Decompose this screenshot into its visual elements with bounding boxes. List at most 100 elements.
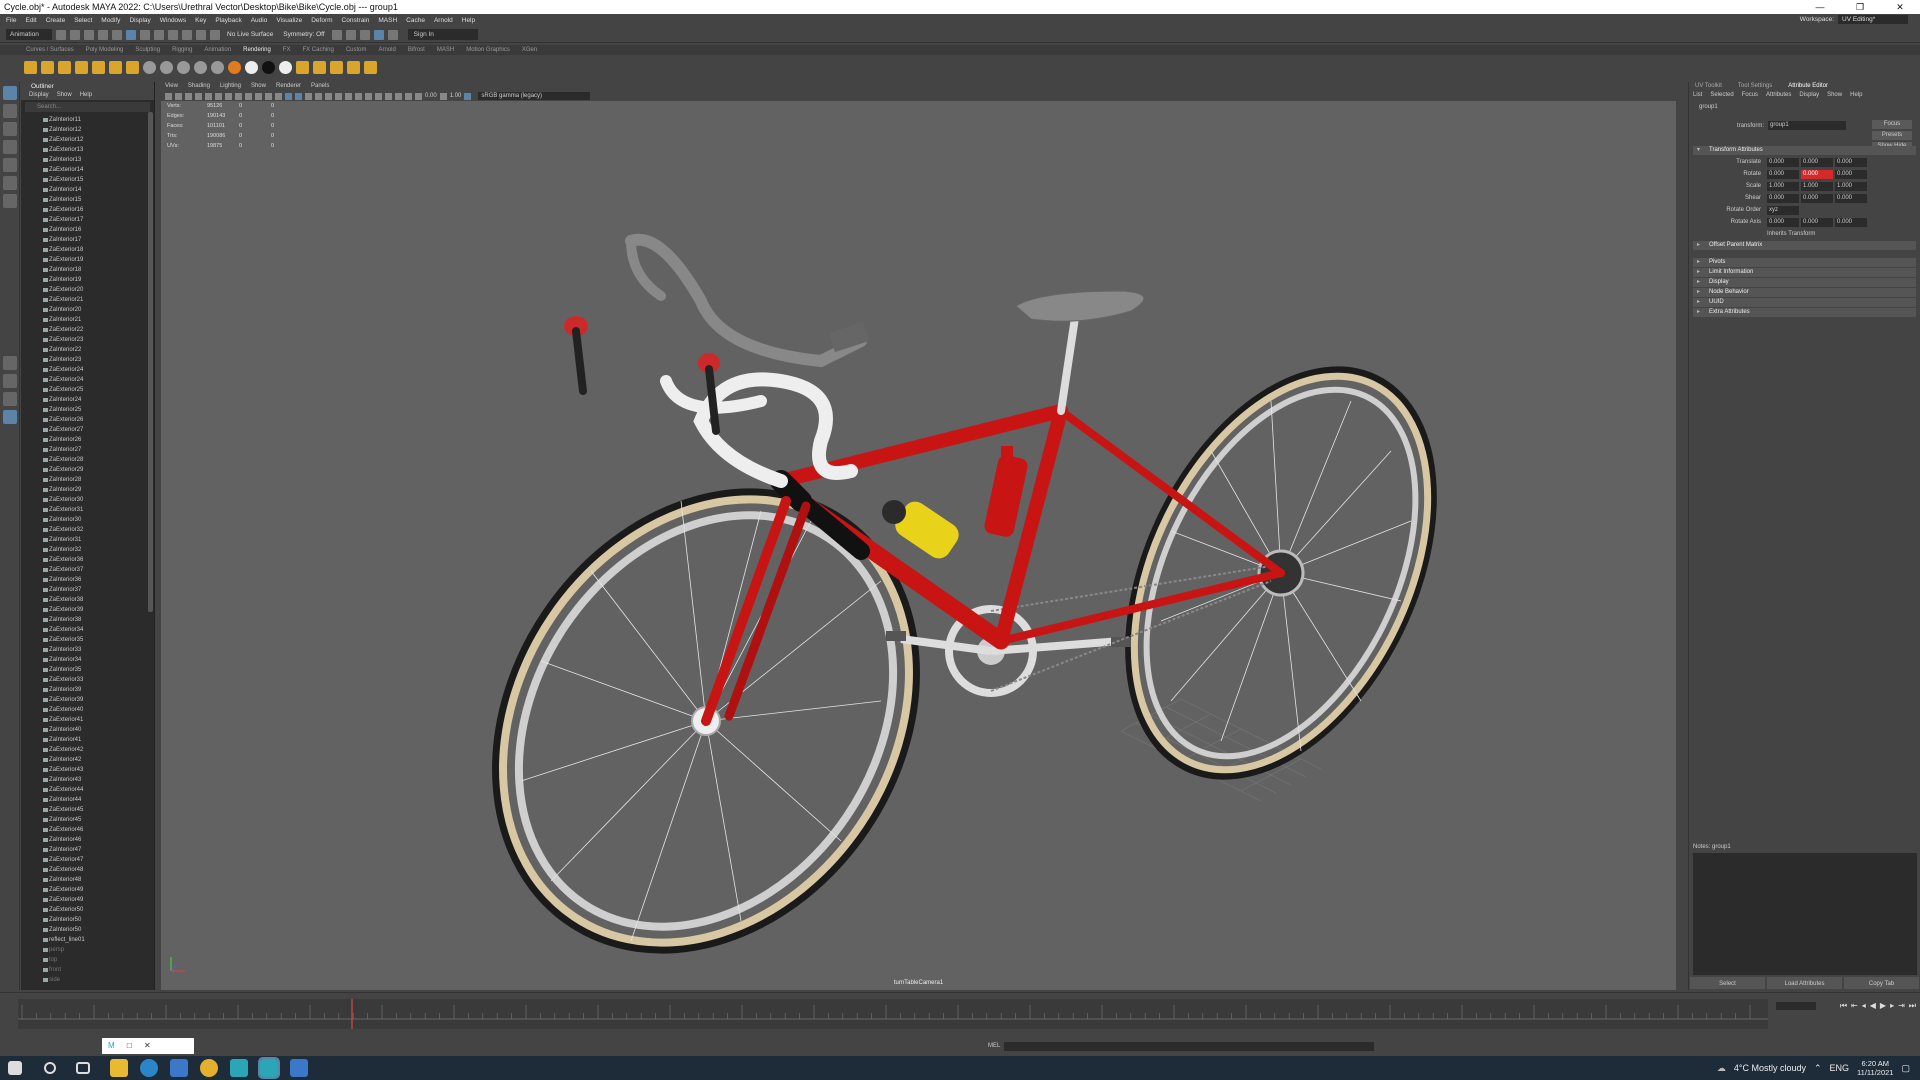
outliner-search-input[interactable]: Search...: [25, 102, 150, 112]
outliner-item[interactable]: ZaExterior19: [21, 255, 154, 265]
batch-render-icon[interactable]: [347, 60, 360, 74]
viewport-menu-shading[interactable]: Shading: [188, 82, 210, 91]
shelf-tab-rendering[interactable]: Rendering: [243, 47, 271, 53]
shelf-tab-custom[interactable]: Custom: [346, 47, 367, 53]
outliner-item[interactable]: ZaInterior39: [21, 685, 154, 695]
white-material-icon[interactable]: [245, 60, 258, 74]
safe-title-icon[interactable]: [265, 92, 272, 100]
section-node-behavior[interactable]: Node Behavior: [1693, 288, 1916, 297]
select-camera-icon[interactable]: [165, 92, 172, 100]
outliner-item[interactable]: ZaExterior49: [21, 885, 154, 895]
outliner-menu-help[interactable]: Help: [80, 91, 92, 100]
outliner-item[interactable]: ZaInterior35: [21, 665, 154, 675]
ae-menu-show[interactable]: Show: [1827, 91, 1842, 100]
outliner-item[interactable]: ZaInterior48: [21, 875, 154, 885]
save-scene-icon[interactable]: [84, 29, 94, 40]
viewport-menu-show[interactable]: Show: [251, 82, 266, 91]
shear-y-field[interactable]: 0.000: [1801, 193, 1833, 203]
outliner-item[interactable]: ZaExterior42: [21, 745, 154, 755]
shelf-tab-arnold[interactable]: Arnold: [379, 47, 396, 53]
outliner-item[interactable]: ZaExterior41: [21, 715, 154, 725]
outliner-item[interactable]: ZaExterior50: [21, 905, 154, 915]
color-management-icon[interactable]: [464, 92, 472, 100]
area-light-icon[interactable]: [109, 60, 122, 74]
outliner-menu-display[interactable]: Display: [29, 91, 49, 100]
weather-icon[interactable]: ☁: [1717, 1063, 1726, 1074]
outliner-item[interactable]: front: [21, 965, 154, 975]
menu-cache[interactable]: Cache: [406, 17, 425, 24]
tab-attribute-editor[interactable]: Attribute Editor: [1788, 82, 1828, 91]
directional-light-icon[interactable]: [58, 60, 71, 74]
outliner-item[interactable]: side: [21, 975, 154, 982]
go-to-start-icon[interactable]: ⏮: [1840, 1001, 1847, 1011]
shear-x-field[interactable]: 0.000: [1767, 193, 1799, 203]
outliner-item[interactable]: ZaInterior31: [21, 535, 154, 545]
single-perspective-layout-icon[interactable]: [3, 356, 17, 370]
shelf-tab-sculpting[interactable]: Sculpting: [135, 47, 160, 53]
outliner-item[interactable]: reflect_line01: [21, 935, 154, 945]
outliner-item[interactable]: ZaExterior33: [21, 675, 154, 685]
snap-point-icon[interactable]: [196, 29, 206, 40]
outliner-item[interactable]: ZaExterior24: [21, 365, 154, 375]
outliner-item[interactable]: ZaExterior23: [21, 335, 154, 345]
shelf-tab-motion-graphics[interactable]: Motion Graphics: [466, 47, 510, 53]
bicycle-model[interactable]: [161, 101, 1676, 990]
lock-camera-icon[interactable]: [175, 92, 182, 100]
outliner-item[interactable]: ZaInterior37: [21, 585, 154, 595]
shelf-tab-animation[interactable]: Animation: [204, 47, 231, 53]
bookmarks-icon[interactable]: [185, 92, 192, 100]
wireframe-icon[interactable]: [275, 92, 282, 100]
rotate-x-field[interactable]: 0.000: [1767, 169, 1799, 179]
sign-in-button[interactable]: Sign In: [407, 29, 478, 40]
render-frame-shelf-icon[interactable]: [296, 60, 309, 74]
section-display[interactable]: Display: [1693, 278, 1916, 287]
step-back-key-icon[interactable]: ⇤: [1851, 1001, 1858, 1011]
maya-icon[interactable]: [258, 1057, 280, 1079]
gamma-icon[interactable]: [439, 92, 447, 100]
outliner-item[interactable]: ZaExterior39: [21, 605, 154, 615]
outliner-item[interactable]: ZaInterior20: [21, 305, 154, 315]
rotate-y-field[interactable]: 0.000: [1801, 169, 1833, 179]
mel-label[interactable]: MEL: [988, 1043, 1004, 1049]
outliner-item[interactable]: ZaExterior15: [21, 175, 154, 185]
outliner-item[interactable]: ZaInterior17: [21, 235, 154, 245]
go-to-end-icon[interactable]: ⏭: [1909, 1001, 1916, 1011]
outliner-item[interactable]: ZaInterior14: [21, 185, 154, 195]
outliner-menu-show[interactable]: Show: [57, 91, 72, 100]
outliner-item[interactable]: ZaExterior44: [21, 785, 154, 795]
outliner-layout-icon[interactable]: [3, 410, 17, 424]
select-hierarchy-icon[interactable]: [126, 29, 136, 40]
node-tab[interactable]: group1: [1689, 103, 1920, 112]
select-object-icon[interactable]: [140, 29, 150, 40]
outliner-item[interactable]: ZaInterior24: [21, 395, 154, 405]
screen-space-ao-icon[interactable]: [345, 92, 352, 100]
ae-menu-selected[interactable]: Selected: [1710, 91, 1733, 100]
command-input[interactable]: [1004, 1041, 1374, 1051]
outliner-item[interactable]: ZaExterior34: [21, 625, 154, 635]
close-button[interactable]: ✕: [1880, 0, 1920, 14]
task-view-icon[interactable]: [76, 1062, 90, 1074]
viewport-menu-panels[interactable]: Panels: [311, 82, 329, 91]
outliner-item[interactable]: ZaInterior23: [21, 355, 154, 365]
ae-menu-display[interactable]: Display: [1799, 91, 1819, 100]
outliner-item[interactable]: ZaExterior25: [21, 385, 154, 395]
perspective-viewport[interactable]: Verts: 95126 0 0 Edges: 190143 0 0 Faces: 10110…: [161, 101, 1676, 990]
outliner-item[interactable]: ZaExterior13: [21, 145, 154, 155]
snap-grid-icon[interactable]: [168, 29, 178, 40]
safe-action-icon[interactable]: [255, 92, 262, 100]
viewport-menu-view[interactable]: View: [165, 82, 178, 91]
menu-help[interactable]: Help: [462, 17, 475, 24]
floating-window-tab[interactable]: M □ ✕: [102, 1038, 194, 1054]
ae-menu-focus[interactable]: Focus: [1742, 91, 1758, 100]
volume-light-icon[interactable]: [126, 60, 139, 74]
shear-z-field[interactable]: 0.000: [1835, 193, 1867, 203]
viewport-menu-renderer[interactable]: Renderer: [276, 82, 301, 91]
inherits-transform-checkbox[interactable]: Inherits Transform: [1767, 231, 1815, 237]
last-tool-icon[interactable]: [3, 194, 17, 208]
menu-display[interactable]: Display: [129, 17, 150, 24]
snap-curve-icon[interactable]: [182, 29, 192, 40]
transform-name-field[interactable]: group1: [1768, 121, 1847, 130]
outliner-item[interactable]: ZaInterior30: [21, 515, 154, 525]
shelf-tab-rigging[interactable]: Rigging: [172, 47, 192, 53]
outliner-item[interactable]: ZaInterior42: [21, 755, 154, 765]
